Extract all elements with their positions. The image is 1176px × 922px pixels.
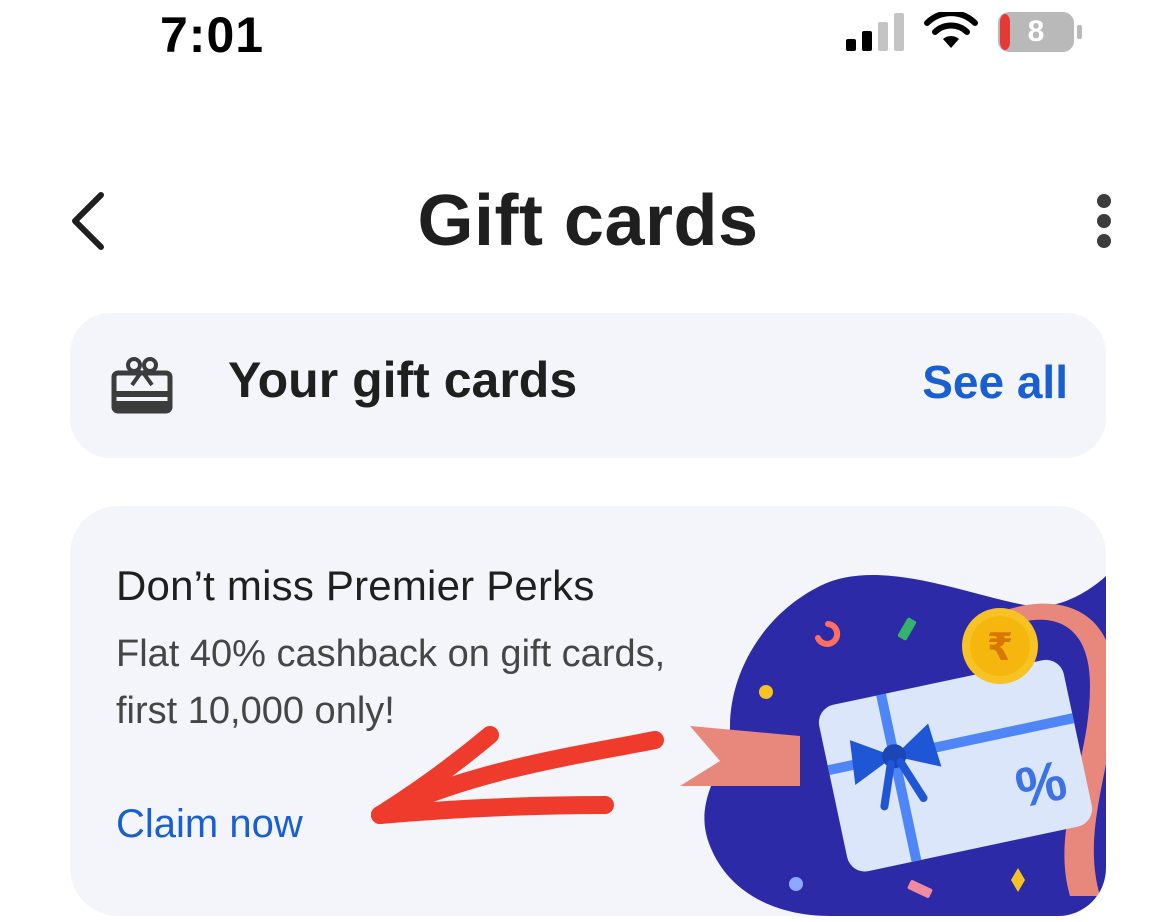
more-vert-icon [1097,194,1111,248]
svg-text:₹: ₹ [987,625,1013,669]
gift-card-illustration: % ₹ [680,575,1106,916]
app-bar: Gift cards [0,150,1176,290]
see-all-link[interactable]: See all [922,355,1068,409]
battery-level: 8 [1027,15,1045,48]
signal-icon [846,13,904,51]
page-title: Gift cards [417,181,759,261]
battery-icon: 8 [998,12,1084,52]
claim-now-button[interactable]: Claim now [116,802,303,847]
wifi-icon [924,12,978,48]
promo-description: Flat 40% cashback on gift cards, first 1… [116,633,666,732]
rupee-coin-icon: ₹ [962,608,1038,684]
your-gift-cards-label: Your gift cards [228,352,578,408]
status-time: 7:01 [160,7,265,63]
confetti-yellow-dot-icon [759,685,773,699]
ribbon-left-icon [680,726,800,786]
premier-perks-card[interactable]: Don’t miss Premier Perks Flat 40% cashba… [70,506,1106,916]
status-icons: 8 [846,12,1084,52]
gift-card-icon [111,357,173,414]
more-options-button[interactable] [1084,186,1124,256]
confetti-blue-dot-icon [789,877,803,891]
status-bar: 7:01 8 [0,0,1176,70]
promo-title: Don’t miss Premier Perks [116,562,595,609]
your-gift-cards-row[interactable]: Your gift cards See all [70,313,1106,458]
